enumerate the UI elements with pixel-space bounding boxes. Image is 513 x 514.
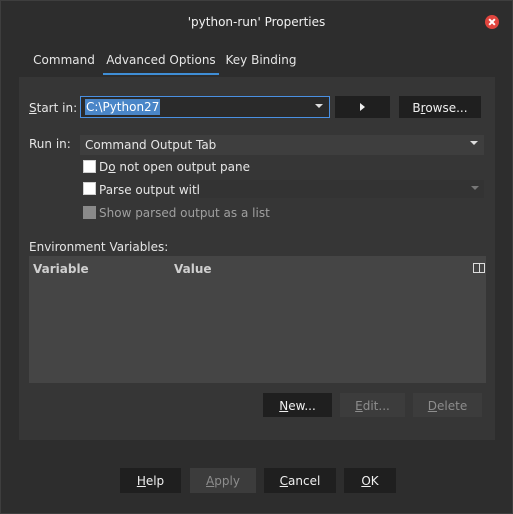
run-in-label: Run in: [29, 137, 71, 151]
cancel-button[interactable]: Cancel [264, 468, 336, 493]
no-output-checkbox[interactable] [83, 160, 96, 173]
chevron-down-icon[interactable] [315, 104, 323, 108]
play-icon [360, 103, 365, 111]
apply-button[interactable]: Apply [190, 468, 256, 493]
no-output-label: Do not open output pane [99, 160, 250, 174]
chevron-down-icon [471, 186, 479, 190]
delete-button[interactable]: Delete [413, 393, 482, 417]
properties-dialog: 'python-run' Properties Command Advanced… [0, 0, 513, 514]
columns-icon[interactable] [473, 263, 485, 273]
env-vars-label: Environment Variables: [29, 240, 169, 254]
close-icon[interactable] [485, 15, 499, 29]
browse-button[interactable]: Browse... [399, 96, 481, 118]
run-arrow-button[interactable] [335, 96, 390, 118]
env-vars-table[interactable]: Variable Value [29, 256, 486, 383]
new-button[interactable]: New... [263, 393, 332, 417]
parse-output-label: Parse output with: [99, 183, 209, 197]
dialog-title: 'python-run' Properties [187, 15, 326, 29]
edit-button[interactable]: Edit... [340, 393, 405, 417]
start-in-input[interactable]: C:\Python27 [80, 96, 330, 118]
column-header-value[interactable]: Value [174, 262, 212, 276]
start-in-label: Start in: [29, 101, 78, 115]
run-in-value: Command Output Tab [85, 138, 217, 152]
tab-key-binding[interactable]: Key Binding [221, 47, 301, 73]
start-in-value: C:\Python27 [85, 99, 161, 115]
chevron-down-icon[interactable] [470, 141, 478, 145]
tab-command[interactable]: Command [25, 47, 103, 73]
help-button[interactable]: Help [120, 468, 181, 493]
ok-button[interactable]: OK [344, 468, 396, 493]
column-header-variable[interactable]: Variable [33, 262, 89, 276]
show-parsed-label: Show parsed output as a list [99, 206, 270, 220]
tab-advanced-options[interactable]: Advanced Options [103, 47, 219, 75]
parse-output-checkbox[interactable] [83, 182, 96, 195]
parser-select[interactable] [199, 180, 484, 198]
show-parsed-checkbox [83, 206, 96, 219]
run-in-select[interactable]: Command Output Tab [80, 135, 484, 155]
